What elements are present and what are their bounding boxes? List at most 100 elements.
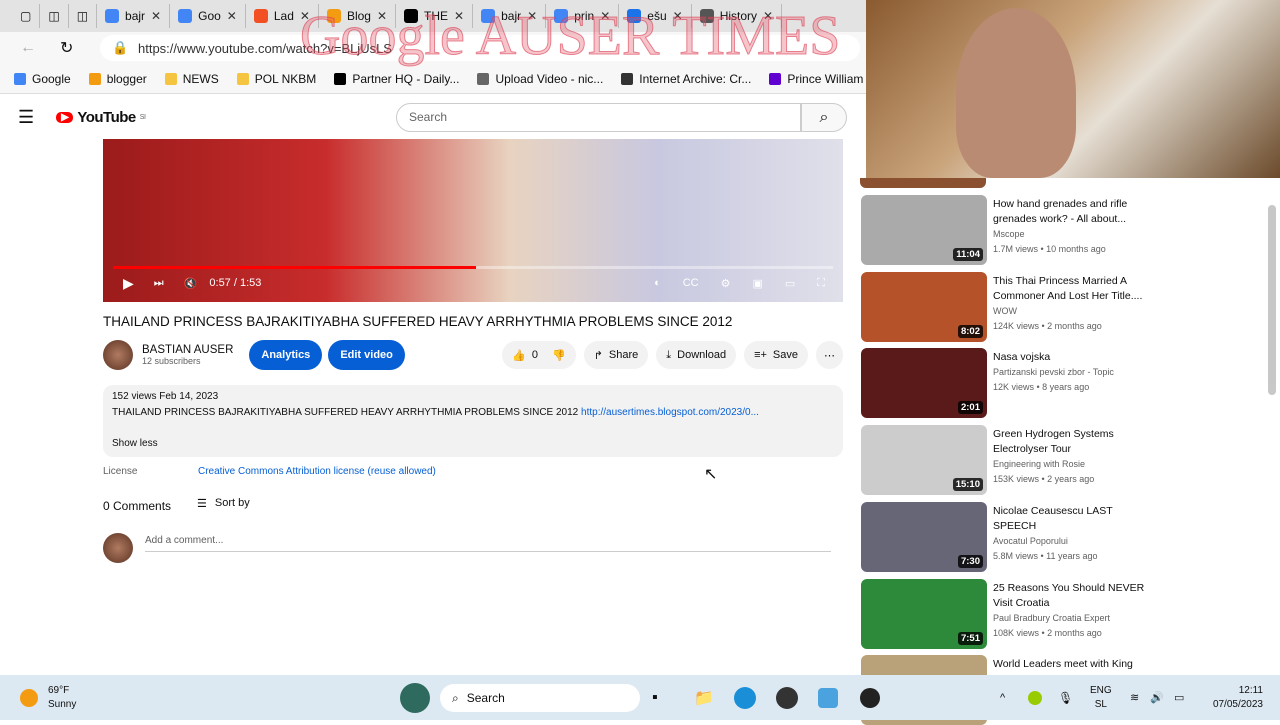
like-icon[interactable]: 👍 xyxy=(512,349,526,362)
edge-icon[interactable] xyxy=(734,686,756,709)
browser-tab[interactable]: Blog ✕ xyxy=(319,4,397,28)
search-input[interactable]: Search xyxy=(396,103,801,132)
browser-tab[interactable]: Lad ✕ xyxy=(246,4,319,28)
channel-name[interactable]: BASTIAN AUSER xyxy=(142,344,233,356)
related-video[interactable]: 11:04 How hand grenades and rifle grenade… xyxy=(860,195,1160,265)
close-tab-icon[interactable]: ✕ xyxy=(300,9,310,23)
bookmark-item[interactable]: Partner HQ - Daily... xyxy=(334,72,459,86)
youtube-logo[interactable]: ▶ YouTube SI xyxy=(56,109,146,126)
close-tab-icon[interactable]: ✕ xyxy=(454,9,464,23)
share-button[interactable]: ↱ Share xyxy=(583,341,649,369)
video-thumbnail[interactable]: 2:01 xyxy=(861,348,987,419)
language-indicator[interactable]: ENG SL xyxy=(1090,684,1112,712)
volume-icon[interactable]: 🔊 xyxy=(1150,691,1164,704)
related-video[interactable]: 15:10 Green Hydrogen Systems Electrolyser… xyxy=(860,425,1160,496)
dislike-icon[interactable]: 👎 xyxy=(552,349,566,362)
bookmark-item[interactable]: Upload Video - nic... xyxy=(477,72,603,86)
sort-by-button[interactable]: ☰ Sort by xyxy=(197,497,250,510)
next-icon[interactable]: ⏭ xyxy=(154,277,164,290)
channel-avatar[interactable] xyxy=(103,340,133,370)
add-comment-input[interactable]: Add a comment... xyxy=(145,535,831,552)
related-video[interactable]: 7:30 Nicolae Ceausescu LAST SPEECH Avocatu… xyxy=(860,501,1160,572)
clock[interactable]: 12:11 07/05/2023 xyxy=(1205,684,1263,712)
app-icon[interactable] xyxy=(400,682,430,713)
license-link[interactable]: Creative Commons Attribution license (re… xyxy=(198,466,436,477)
close-tab-icon[interactable]: ✕ xyxy=(527,9,537,23)
mute-icon[interactable]: 🔇 xyxy=(184,277,198,290)
captions-icon[interactable]: CC xyxy=(683,277,699,289)
browser-tab[interactable]: ešu ✕ xyxy=(619,4,692,28)
browser-tab[interactable]: bajr ✕ xyxy=(97,4,171,28)
battery-icon[interactable]: ▭ xyxy=(1174,691,1184,704)
close-tab-icon[interactable]: ✕ xyxy=(673,9,683,23)
description-box[interactable]: 152 views Feb 14, 2023 THAILAND PRINCESS… xyxy=(103,385,843,457)
close-tab-icon[interactable]: ✕ xyxy=(763,9,773,23)
media-player-icon[interactable] xyxy=(776,686,798,709)
browser-tab[interactable]: THE ✕ xyxy=(396,4,474,28)
save-button[interactable]: ≡+ Save xyxy=(744,341,808,369)
close-tab-icon[interactable]: ✕ xyxy=(227,9,237,23)
bookmark-item[interactable]: blogger xyxy=(88,72,147,86)
fullscreen-icon[interactable]: ⛶ xyxy=(817,277,825,290)
tray-app-icon[interactable] xyxy=(1028,690,1042,705)
bookmark-item[interactable]: Google xyxy=(14,72,71,86)
progress-bar[interactable] xyxy=(113,266,833,269)
video-thumbnail[interactable]: 11:04 xyxy=(861,195,987,265)
related-video[interactable]: 8:02 This Thai Princess Married A Commone… xyxy=(860,271,1160,342)
bookmark-item[interactable]: NEWS xyxy=(164,72,219,86)
video-thumbnail[interactable]: 15:10 xyxy=(861,425,987,496)
browser-tab[interactable]: Goo ✕ xyxy=(170,4,246,28)
related-title[interactable]: How hand grenades and rifle grenades wor… xyxy=(993,197,1153,227)
play-icon[interactable]: ▶ xyxy=(123,275,134,292)
browser-tab[interactable]: bajr ✕ xyxy=(473,4,547,28)
video-thumbnail[interactable]: 8:02 xyxy=(861,271,987,342)
menu-icon[interactable]: ☰ xyxy=(18,107,34,128)
browser-tab[interactable]: History ✕ xyxy=(692,4,783,28)
show-less-button[interactable]: Show less xyxy=(112,438,834,449)
obs-icon[interactable] xyxy=(860,687,880,708)
related-video[interactable]: 7:51 25 Reasons You Should NEVER Visit Cr… xyxy=(860,578,1160,649)
bookmark-item[interactable]: POL NKBM xyxy=(236,72,316,86)
weather-widget[interactable]: 69°F Sunny xyxy=(48,684,76,712)
bookmark-item[interactable]: Internet Archive: Cr... xyxy=(621,72,751,86)
taskbar-search[interactable]: ⌕ Search xyxy=(440,684,640,712)
related-title[interactable]: Nasa vojska xyxy=(993,350,1153,365)
download-button[interactable]: ⤓ Download xyxy=(656,341,737,369)
close-tab-icon[interactable]: ✕ xyxy=(600,9,610,23)
analytics-button[interactable]: Analytics xyxy=(249,340,323,370)
related-title[interactable]: Nicolae Ceausescu LAST SPEECH xyxy=(993,504,1153,534)
url-input[interactable]: 🔒 https://www.youtube.com/watch?v=BLjUsLS xyxy=(100,35,860,61)
scrollbar[interactable] xyxy=(1268,205,1276,395)
task-view-icon[interactable]: ▪ xyxy=(652,689,658,707)
wifi-icon[interactable]: ≋ xyxy=(1130,691,1139,704)
theater-icon[interactable]: ▭ xyxy=(785,277,795,290)
video-player[interactable]: ▶ ⏭ 🔇 0:57 / 1:53 ◐ CC ⚙ ▣ ▭ ⛶ xyxy=(103,139,843,302)
tab-actions-icon[interactable]: ▢ xyxy=(12,4,41,28)
reload-icon[interactable]: ↻ xyxy=(60,38,73,58)
more-button[interactable]: ⋯ xyxy=(816,341,843,369)
edit-video-button[interactable]: Edit video xyxy=(328,340,405,370)
back-icon[interactable]: ← xyxy=(20,39,36,57)
file-explorer-icon[interactable]: 📁 xyxy=(694,688,714,708)
related-title[interactable]: World Leaders meet with King xyxy=(993,657,1153,672)
autoplay-toggle[interactable]: ◐ xyxy=(654,277,661,289)
related-title[interactable]: 25 Reasons You Should NEVER Visit Croati… xyxy=(993,581,1153,611)
video-thumbnail[interactable]: 7:30 xyxy=(861,501,987,572)
video-thumbnail[interactable]: 7:51 xyxy=(861,578,987,649)
close-tab-icon[interactable]: ✕ xyxy=(377,9,387,23)
miniplayer-icon[interactable]: ▣ xyxy=(752,277,762,290)
description-link[interactable]: http://ausertimes.blogspot.com/2023/0... xyxy=(581,407,759,418)
workspace-icon[interactable]: ◫ xyxy=(40,4,69,28)
related-title[interactable]: This Thai Princess Married A Commoner An… xyxy=(993,274,1153,304)
related-title[interactable]: Green Hydrogen Systems Electrolyser Tour xyxy=(993,427,1153,457)
related-video[interactable]: 2:01 Nasa vojska Partizanski pevski zbor -… xyxy=(860,348,1160,419)
tray-chevron-icon[interactable]: ^ xyxy=(1000,692,1005,704)
related-meta: 153K views • 2 years ago xyxy=(993,474,1095,485)
paint-icon[interactable] xyxy=(818,687,838,708)
microphone-icon[interactable]: 🎙 xyxy=(1058,691,1073,705)
settings-icon[interactable]: ⚙ xyxy=(721,277,731,290)
search-button[interactable]: ⌕ xyxy=(801,103,847,132)
close-tab-icon[interactable]: ✕ xyxy=(151,9,161,23)
workspace-icon[interactable]: ◫ xyxy=(69,4,98,28)
browser-tab[interactable]: prin ✕ xyxy=(546,4,620,28)
